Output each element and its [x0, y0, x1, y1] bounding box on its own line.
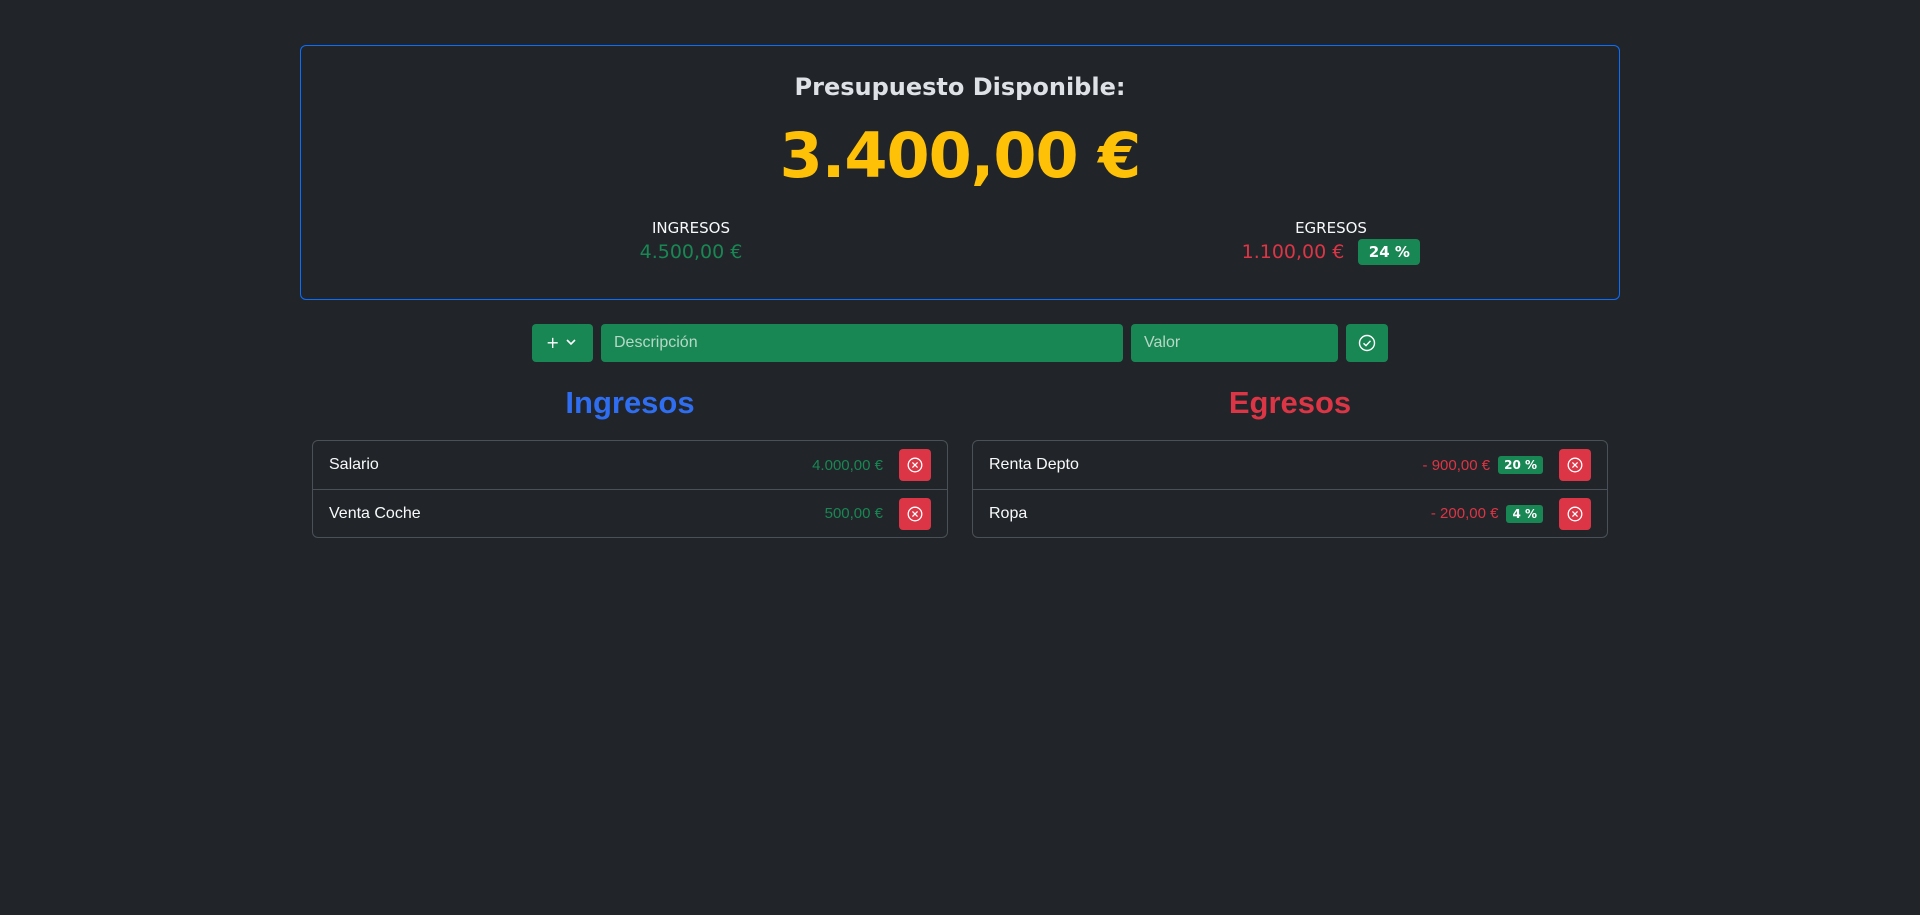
income-summary-label: INGRESOS — [651, 219, 731, 237]
expense-summary-label: EGRESOS — [1295, 219, 1367, 237]
item-description: Renta Depto — [989, 456, 1079, 473]
item-percent-badge: 4 % — [1506, 504, 1543, 523]
item-value: - 200,00 € — [1430, 505, 1499, 522]
income-list: Salario 4.000,00 € Venta Coche 500,00 € — [312, 440, 948, 538]
expense-summary-value: 1.100,00 € — [1241, 241, 1345, 263]
list-item: Venta Coche 500,00 € — [313, 489, 947, 537]
available-budget-amount: 3.400,00 € — [779, 119, 1142, 192]
close-circle-icon — [907, 506, 923, 521]
item-description: Ropa — [989, 504, 1028, 522]
available-budget-title: Presupuesto Disponible: — [794, 73, 1126, 101]
expense-list-title: Egresos — [1228, 385, 1352, 420]
item-percent-badge: 20 % — [1498, 456, 1543, 474]
income-list-title: Ingresos — [565, 385, 695, 420]
type-select-value: + — [546, 333, 560, 352]
delete-item-button[interactable] — [899, 449, 931, 481]
item-description: Venta Coche — [329, 504, 421, 522]
item-value: - 900,00 € — [1422, 456, 1491, 474]
description-input[interactable] — [601, 324, 1123, 362]
close-circle-icon — [1567, 457, 1583, 473]
budget-summary-card: Presupuesto Disponible: 3.400,00 € INGRE… — [300, 45, 1620, 300]
income-summary: INGRESOS 4.500,00 € — [591, 219, 791, 265]
delete-item-button[interactable] — [1559, 449, 1591, 481]
delete-item-button[interactable] — [899, 497, 931, 530]
value-input[interactable] — [1131, 324, 1338, 362]
close-circle-icon — [1567, 506, 1583, 521]
close-circle-icon — [907, 457, 923, 473]
item-value: 500,00 € — [824, 505, 883, 522]
list-item: Renta Depto - 900,00 € 20 % — [973, 441, 1607, 489]
expense-list: Renta Depto - 900,00 € 20 % Ropa - 200,0… — [972, 440, 1608, 538]
delete-item-button[interactable] — [1559, 497, 1591, 530]
expense-percent-badge: 24 % — [1358, 239, 1421, 265]
item-description: Salario — [329, 456, 379, 473]
list-item: Ropa - 200,00 € 4 % — [973, 489, 1607, 537]
type-select[interactable]: + — [532, 324, 593, 362]
add-entry-button[interactable] — [1346, 324, 1388, 362]
item-value: 4.000,00 € — [812, 456, 883, 474]
check-circle-icon — [1358, 334, 1376, 352]
list-item: Salario 4.000,00 € — [313, 441, 947, 489]
income-summary-value: 4.500,00 € — [639, 241, 743, 263]
expense-summary: EGRESOS 1.100,00 € 24 % — [1131, 219, 1531, 265]
chevron-down-icon — [565, 324, 577, 378]
